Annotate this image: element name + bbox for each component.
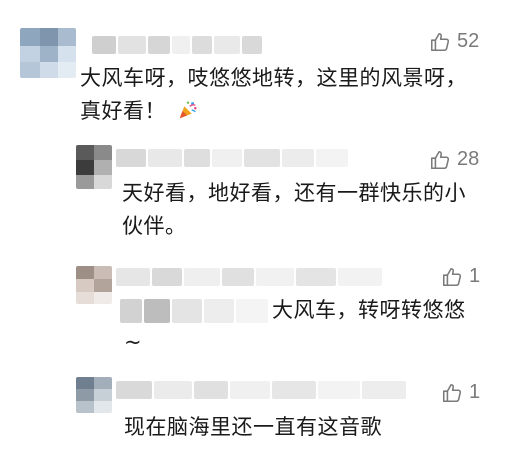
comment-2: 28 天好看，地好看，还有一群快乐的小 伙伴。 — [0, 135, 520, 250]
like-button[interactable]: 1 — [441, 265, 480, 288]
thumbs-up-icon — [442, 383, 462, 402]
thumbs-up-icon — [430, 32, 450, 51]
like-button[interactable]: 52 — [429, 30, 479, 53]
avatar[interactable] — [76, 145, 112, 189]
comment-text: 天好看，地好看，还有一群快乐的小 伙伴。 — [122, 177, 512, 243]
comment-line: 真好看！ — [80, 99, 166, 123]
username[interactable] — [116, 149, 348, 167]
comment-line: 天好看，地好看，还有一群快乐的小 — [122, 181, 466, 205]
like-count: 52 — [457, 30, 480, 52]
like-button[interactable]: 28 — [429, 148, 479, 171]
comment-line: 大风车，转呀转悠悠 — [272, 298, 466, 322]
comment-3: 1 大风车，转呀转悠悠 ~ — [0, 250, 520, 365]
comment-text: 大风车呀，吱悠悠地转，这里的风景呀， 真好看！ — [80, 62, 510, 128]
username[interactable] — [92, 36, 262, 54]
avatar[interactable] — [76, 377, 112, 413]
thumbs-up-icon — [430, 150, 450, 169]
comment-1: 52 大风车呀，吱悠悠地转，这里的风景呀， 真好看！ — [0, 0, 520, 135]
like-button[interactable]: 1 — [441, 381, 480, 404]
comment-text-continued: ~ — [124, 326, 224, 359]
like-count: 1 — [469, 381, 481, 403]
quoted-username[interactable] — [120, 299, 268, 323]
avatar[interactable] — [20, 28, 76, 78]
thumbs-up-icon — [442, 267, 462, 286]
comment-line-with-emoji: 真好看！ — [80, 95, 510, 128]
comment-text: 现在脑海里还一直有这音歌 — [124, 411, 504, 444]
like-count: 1 — [469, 265, 481, 287]
comment-line: 现在脑海里还一直有这音歌 — [124, 415, 382, 439]
avatar[interactable] — [76, 266, 112, 304]
comment-4: 1 现在脑海里还一直有这音歌 — [0, 365, 520, 453]
username[interactable] — [116, 381, 406, 399]
party-popper-icon — [179, 101, 197, 119]
comment-text: 大风车，转呀转悠悠 — [272, 294, 512, 327]
comment-line: ~ — [124, 330, 143, 354]
comment-line: 伙伴。 — [122, 214, 187, 238]
like-count: 28 — [457, 148, 480, 170]
comment-line: 大风车呀，吱悠悠地转，这里的风景呀， — [80, 66, 467, 90]
username[interactable] — [116, 268, 382, 286]
